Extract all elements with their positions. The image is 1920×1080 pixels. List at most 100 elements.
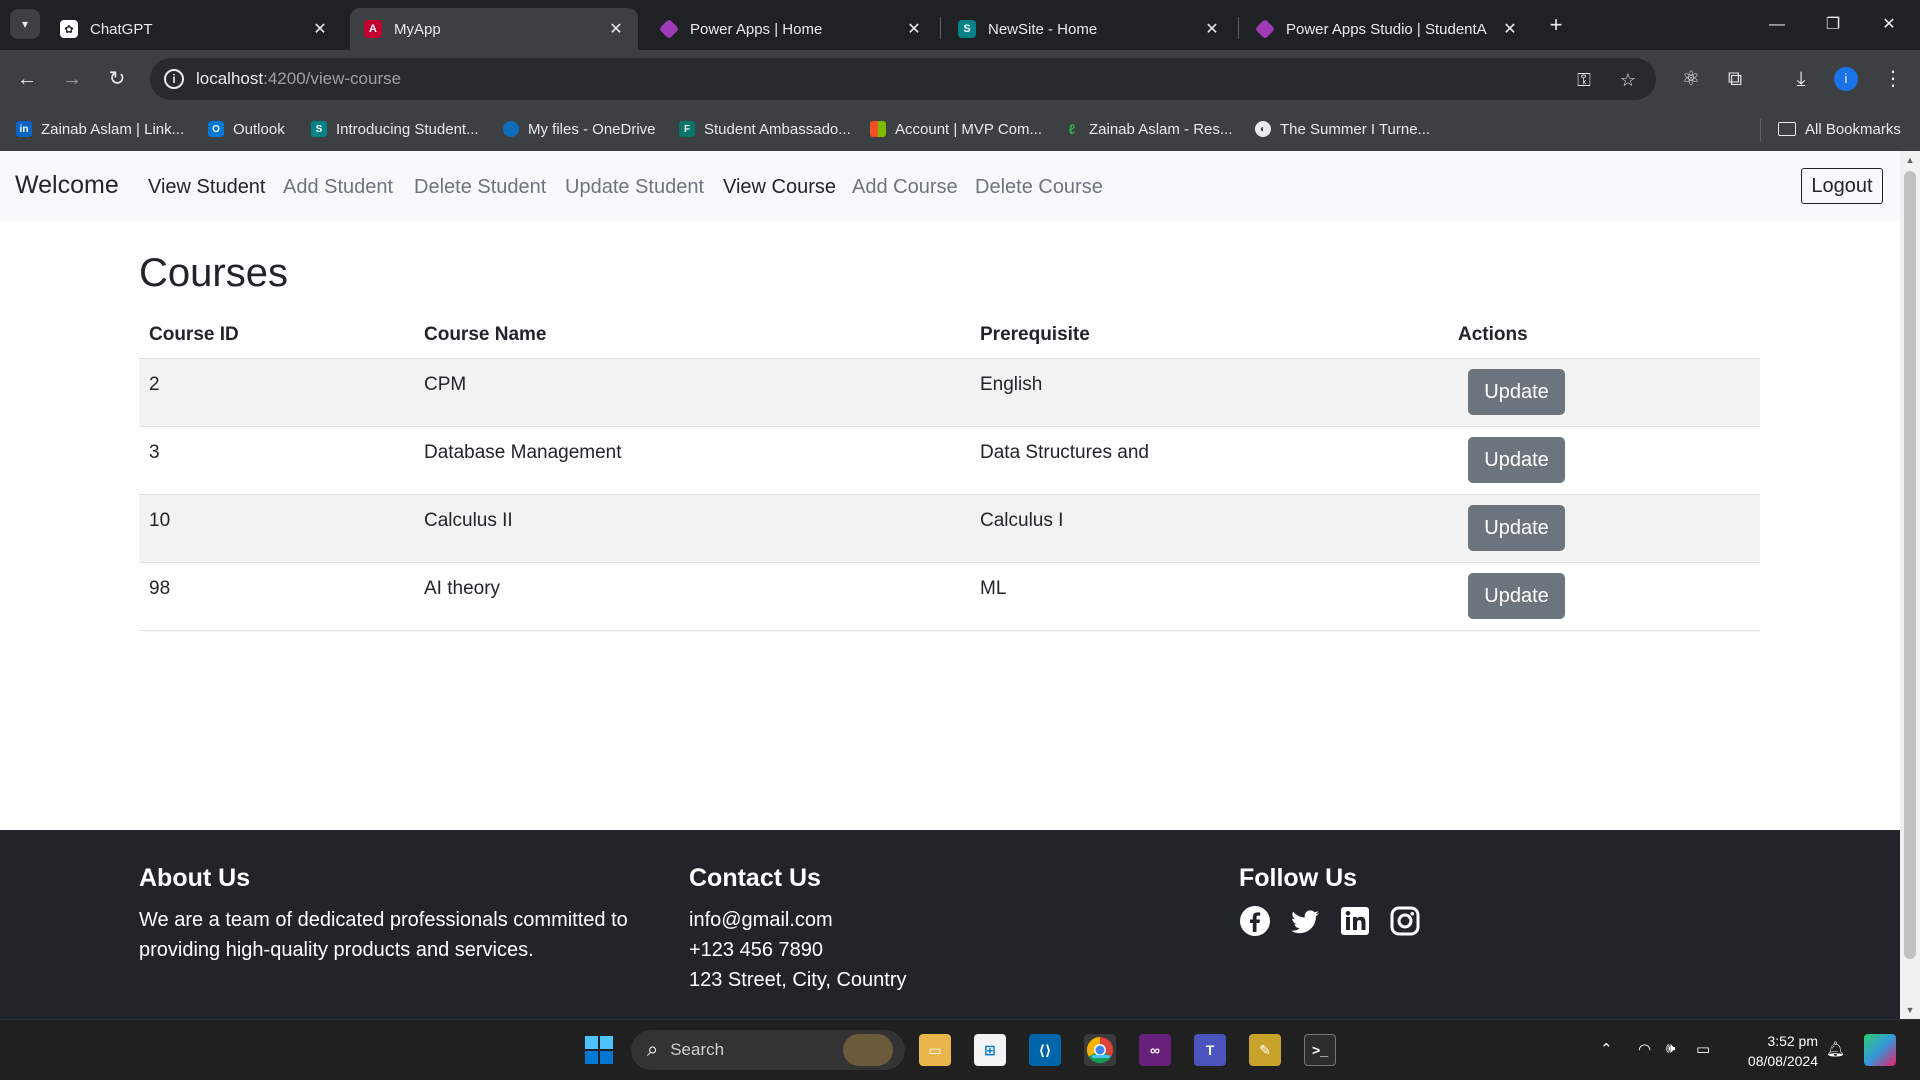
table-row: 3 Database Management Data Structures an… xyxy=(139,427,1760,495)
bookmark-item[interactable]: O Outlook xyxy=(208,117,285,141)
facebook-icon[interactable] xyxy=(1239,905,1271,937)
teams-icon[interactable]: T xyxy=(1194,1034,1226,1066)
bookmark-item[interactable]: Account | MVP Com... xyxy=(870,117,1042,141)
paint-icon[interactable]: ✎ xyxy=(1249,1034,1281,1066)
vscode-icon[interactable]: ⟨⟩ xyxy=(1029,1034,1061,1066)
copilot-icon[interactable] xyxy=(1864,1034,1896,1066)
battery-icon[interactable]: ▭ xyxy=(1696,1040,1710,1058)
bookmark-label: Zainab Aslam | Link... xyxy=(41,120,185,138)
show-hidden-icons-chevron-icon[interactable]: ⌃ xyxy=(1600,1040,1613,1058)
tab-search-button[interactable]: ▾ xyxy=(10,9,40,39)
windows-start-icon[interactable] xyxy=(583,1034,615,1066)
terminal-icon[interactable]: >_ xyxy=(1304,1034,1336,1066)
reload-button[interactable]: ↻ xyxy=(102,64,132,94)
tab-close-icon[interactable]: ✕ xyxy=(904,19,924,39)
nav-delete-student[interactable]: Delete Student xyxy=(414,176,546,199)
page-scrollbar[interactable]: ▲ ▼ xyxy=(1900,151,1920,1019)
tab-close-icon[interactable]: ✕ xyxy=(1500,19,1520,39)
tab-close-icon[interactable]: ✕ xyxy=(606,19,626,39)
cell-course-name: CPM xyxy=(424,374,467,395)
bookmark-label: Zainab Aslam - Res... xyxy=(1089,120,1233,138)
nav-update-student[interactable]: Update Student xyxy=(565,176,704,199)
system-clock[interactable]: 3:52 pm 08/08/2024 xyxy=(1738,1031,1818,1071)
bookmark-item[interactable]: ℓ Zainab Aslam - Res... xyxy=(1064,117,1233,141)
tab-title: Power Apps Studio | StudentA xyxy=(1286,20,1487,38)
update-button[interactable]: Update xyxy=(1468,369,1565,415)
footer-about: About Us We are a team of dedicated prof… xyxy=(139,864,659,965)
update-button[interactable]: Update xyxy=(1468,573,1565,619)
bookmark-label: The Summer I Turne... xyxy=(1280,120,1431,138)
file-explorer-icon[interactable]: ▭ xyxy=(919,1034,951,1066)
page-title: Courses xyxy=(139,251,288,295)
browser-menu-icon[interactable]: ⋮ xyxy=(1878,64,1908,94)
download-icon[interactable]: ⤓ xyxy=(1786,64,1816,94)
update-button[interactable]: Update xyxy=(1468,437,1565,483)
table-row: 2 CPM English Update xyxy=(139,359,1760,427)
extension-react-icon[interactable]: ⚛ xyxy=(1676,64,1706,94)
tab-title: ChatGPT xyxy=(90,20,153,38)
tab-close-icon[interactable]: ✕ xyxy=(310,19,330,39)
tab-power-apps-studio[interactable]: Power Apps Studio | StudentA ✕ xyxy=(1242,8,1532,50)
cell-course-id: 98 xyxy=(149,578,171,599)
scrollbar-thumb[interactable] xyxy=(1904,171,1916,959)
bookmark-item[interactable]: My files - OneDrive xyxy=(503,117,656,141)
bookmark-item[interactable]: S Introducing Student... xyxy=(311,117,479,141)
tab-myapp[interactable]: A MyApp ✕ xyxy=(350,8,638,50)
twitter-icon[interactable] xyxy=(1289,905,1321,937)
microsoft-icon xyxy=(870,121,886,137)
minimize-button[interactable]: — xyxy=(1754,10,1800,40)
nav-view-student[interactable]: View Student xyxy=(148,176,266,199)
close-window-button[interactable]: ✕ xyxy=(1866,10,1912,40)
restore-button[interactable]: ❐ xyxy=(1810,10,1856,40)
tab-newsite-home[interactable]: S NewSite - Home ✕ xyxy=(944,8,1234,50)
back-button[interactable]: ← xyxy=(12,64,42,94)
url-text[interactable]: localhost:4200/view-course xyxy=(196,69,401,89)
visual-studio-icon[interactable]: ∞ xyxy=(1139,1034,1171,1066)
clock-time: 3:52 pm xyxy=(1767,1033,1818,1049)
wifi-icon[interactable]: ◠ xyxy=(1638,1040,1651,1058)
header-course-name: Course Name xyxy=(424,324,547,345)
navbar-brand[interactable]: Welcome xyxy=(15,171,119,200)
bookmark-star-icon[interactable]: ☆ xyxy=(1616,68,1640,92)
social-links xyxy=(1239,905,1639,937)
linkedin-icon[interactable] xyxy=(1339,905,1371,937)
globe-icon: ◐ xyxy=(1255,121,1271,137)
tab-close-icon[interactable]: ✕ xyxy=(1202,19,1222,39)
logout-button[interactable]: Logout xyxy=(1801,168,1883,204)
extensions-puzzle-icon[interactable]: ⧉ xyxy=(1720,64,1750,94)
forms-icon: F xyxy=(679,121,695,137)
nav-add-course[interactable]: Add Course xyxy=(852,176,958,199)
taskbar-search-box[interactable]: ⌕ Search xyxy=(631,1030,905,1070)
tab-power-apps-home[interactable]: Power Apps | Home ✕ xyxy=(646,8,936,50)
tab-separator xyxy=(940,17,941,39)
bookmark-item[interactable]: F Student Ambassado... xyxy=(679,117,851,141)
scroll-down-arrow[interactable]: ▼ xyxy=(1900,1005,1920,1015)
bookmark-item[interactable]: ◐ The Summer I Turne... xyxy=(1255,117,1430,141)
cell-course-name: AI theory xyxy=(424,578,501,599)
nav-delete-course[interactable]: Delete Course xyxy=(975,176,1103,199)
chatgpt-icon: ✿ xyxy=(60,20,78,38)
new-tab-button[interactable]: + xyxy=(1543,12,1569,38)
forward-button[interactable]: → xyxy=(57,64,87,94)
site-info-icon[interactable]: i xyxy=(164,69,184,89)
chrome-icon[interactable] xyxy=(1084,1034,1116,1066)
cell-prerequisite: English xyxy=(980,374,1043,395)
volume-icon[interactable]: 🕪 xyxy=(1666,1040,1675,1057)
profile-avatar[interactable]: i xyxy=(1834,67,1858,91)
tab-title: Power Apps | Home xyxy=(690,20,823,38)
notification-bell-icon[interactable]: 🔔︎ xyxy=(1826,1040,1845,1058)
instagram-icon[interactable] xyxy=(1389,905,1421,937)
all-bookmarks-button[interactable]: All Bookmarks xyxy=(1778,117,1901,141)
nav-view-course[interactable]: View Course xyxy=(723,176,836,199)
header-actions: Actions xyxy=(1458,324,1528,345)
bookmark-separator xyxy=(1760,119,1761,141)
tab-chatgpt[interactable]: ✿ ChatGPT ✕ xyxy=(46,8,342,50)
microsoft-store-icon[interactable]: ⊞ xyxy=(974,1034,1006,1066)
password-key-icon[interactable]: ⚿ xyxy=(1572,68,1596,92)
update-button[interactable]: Update xyxy=(1468,505,1565,551)
nav-add-student[interactable]: Add Student xyxy=(283,176,393,199)
address-bar[interactable]: i localhost:4200/view-course ⚿ ☆ xyxy=(150,58,1656,100)
page-footer: About Us We are a team of dedicated prof… xyxy=(0,830,1900,1019)
scroll-up-arrow[interactable]: ▲ xyxy=(1900,155,1920,165)
bookmark-item[interactable]: in Zainab Aslam | Link... xyxy=(16,117,184,141)
